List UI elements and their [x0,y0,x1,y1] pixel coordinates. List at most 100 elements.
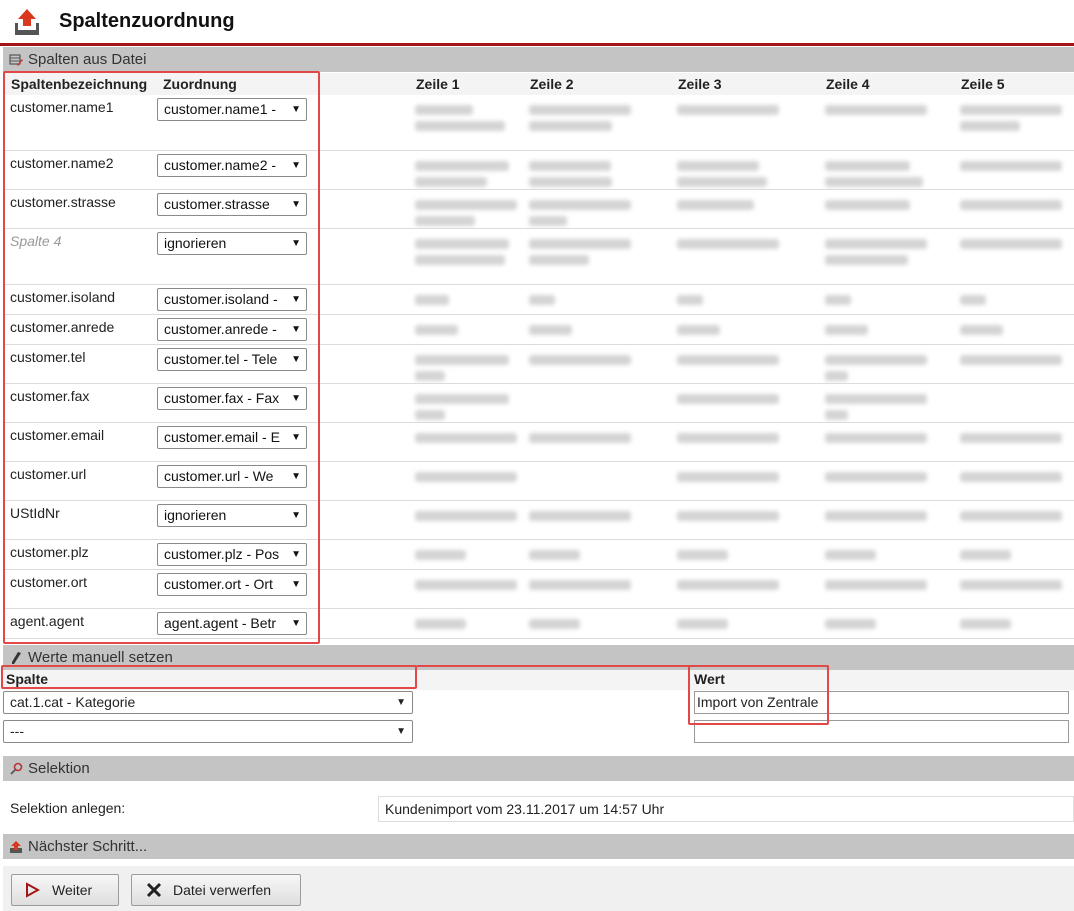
mapping-cell: agent.agent - Betr ▼ [155,608,408,639]
redacted-text [960,579,1062,590]
blurred-data-cell [408,569,522,609]
redacted-text [529,176,612,187]
blurred-data-cell [953,500,1074,540]
mapping-select[interactable]: customer.fax - Fax ▼ [157,386,307,410]
column-name-cell: customer.name1 [3,95,155,151]
dropdown-arrow-icon: ▼ [291,237,301,249]
redacted-text [529,238,631,249]
table-row: customer.tel customer.tel - Tele ▼ [3,344,1074,384]
mapping-select[interactable]: customer.anrede - ▼ [157,317,307,341]
column-name-cell: customer.fax [3,383,155,423]
blurred-data-cell [408,189,522,229]
dropdown-arrow-icon: ▼ [291,548,301,560]
manual-value-input-2[interactable] [694,720,1069,743]
blurred-data-cell [818,228,953,285]
dropdown-arrow-icon: ▼ [291,392,301,404]
redacted-text [415,199,517,210]
redacted-text [825,294,851,305]
redacted-text [529,549,580,560]
blurred-data-cell [953,461,1074,501]
key-icon [10,762,23,775]
selection-name-input[interactable]: Kundenimport vom 23.11.2017 um 14:57 Uhr [378,796,1074,822]
mapping-cell: customer.name1 - ▼ [155,95,408,151]
mapping-select[interactable]: ignorieren ▼ [157,503,307,527]
blurred-data-cell [953,539,1074,570]
mapping-select[interactable]: customer.name2 - ▼ [157,153,307,177]
redacted-text [415,254,505,265]
table-row: customer.anrede customer.anrede - ▼ [3,314,1074,345]
discard-file-button[interactable]: Datei verwerfen [131,874,301,906]
redacted-text [677,471,779,482]
manual-column-header: Spalte [6,671,49,687]
redacted-text [825,105,927,115]
redacted-text [415,105,473,115]
select-value: customer.strasse [164,195,270,212]
blurred-data-cell [408,383,522,423]
dropdown-arrow-icon: ▼ [291,323,301,335]
redacted-text [960,238,1062,249]
select-value: customer.fax - Fax [164,389,280,406]
blurred-data-cell [522,500,670,540]
blurred-data-cell [522,314,670,345]
header-mapping[interactable]: Zuordnung [155,73,408,95]
redacted-text [960,121,1020,131]
mapping-select[interactable]: customer.strasse ▼ [157,192,307,216]
redacted-text [529,354,631,365]
select-value: ignorieren [164,234,227,251]
redacted-text [825,471,927,482]
next-button[interactable]: Weiter [11,874,119,906]
blurred-data-cell [670,314,818,345]
discard-button-label: Datei verwerfen [173,882,272,898]
redacted-text [960,549,1011,560]
blurred-data-cell [953,95,1074,151]
mapping-select[interactable]: customer.isoland - ▼ [157,287,307,311]
table-row: customer.plz customer.plz - Pos ▼ [3,539,1074,570]
redacted-text [825,409,848,420]
dropdown-arrow-icon: ▼ [396,726,406,737]
select-value: customer.name2 - [164,156,277,173]
header-row-2[interactable]: Zeile 2 [522,73,670,95]
blurred-data-cell [670,95,818,151]
redacted-text [825,579,927,590]
redacted-text [825,254,908,265]
mapping-select[interactable]: customer.url - We ▼ [157,464,307,488]
dropdown-arrow-icon: ▼ [291,578,301,590]
manual-column-select-1[interactable]: cat.1.cat - Kategorie ▼ [3,691,413,714]
blurred-data-cell [522,422,670,462]
manual-value-input-1[interactable]: Import von Zentrale [694,691,1069,714]
mapping-cell: customer.name2 - ▼ [155,150,408,190]
header-row-3[interactable]: Zeile 3 [670,73,818,95]
header-row-4[interactable]: Zeile 4 [818,73,953,95]
mapping-select[interactable]: customer.email - E ▼ [157,425,307,449]
column-mapping-table: Spaltenbezeichnung Zuordnung Zeile 1 Zei… [3,73,1074,639]
column-name-cell: UStIdNr [3,500,155,540]
mapping-select[interactable]: ignorieren ▼ [157,231,307,255]
table-edit-icon [9,54,23,66]
manual-column-select-2[interactable]: --- ▼ [3,720,413,743]
table-row: customer.name1 customer.name1 - ▼ [3,95,1074,151]
blurred-data-cell [670,150,818,190]
mapping-select[interactable]: customer.tel - Tele ▼ [157,347,307,371]
blurred-data-cell [953,569,1074,609]
mapping-select[interactable]: customer.plz - Pos ▼ [157,542,307,566]
redacted-text [415,510,517,521]
redacted-text [677,549,728,560]
header-column-name[interactable]: Spaltenbezeichnung [3,73,155,95]
blurred-data-cell [522,284,670,315]
mapping-select[interactable]: customer.name1 - ▼ [157,98,307,121]
column-name-cell: customer.strasse [3,189,155,229]
redacted-text [825,510,927,521]
blurred-data-cell [408,95,522,151]
redacted-text [529,324,572,335]
table-row: customer.isoland customer.isoland - ▼ [3,284,1074,315]
dropdown-arrow-icon: ▼ [291,198,301,210]
header-row-1[interactable]: Zeile 1 [408,73,522,95]
mapping-select[interactable]: agent.agent - Betr ▼ [157,611,307,635]
redacted-text [677,432,779,443]
header-row-5[interactable]: Zeile 5 [953,73,1074,95]
table-row: customer.strasse customer.strasse ▼ [3,189,1074,229]
select-value: customer.plz - Pos [164,545,280,562]
mapping-cell: customer.ort - Ort ▼ [155,569,408,609]
redacted-text [960,471,1062,482]
mapping-select[interactable]: customer.ort - Ort ▼ [157,572,307,596]
